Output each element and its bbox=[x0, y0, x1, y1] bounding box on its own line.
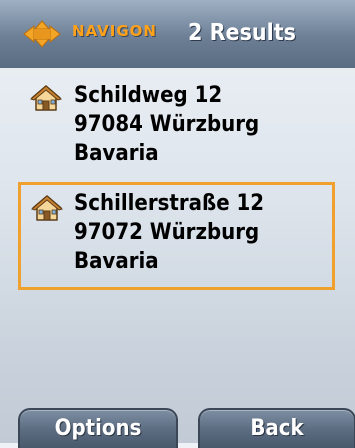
result-city: 97072 Würzburg bbox=[74, 220, 260, 245]
results-count-title: 2 Results bbox=[188, 20, 296, 46]
result-city: 97084 Würzburg bbox=[74, 112, 260, 137]
result-item-1[interactable]: Schildweg 12 97084 Würzburg Bavaria bbox=[18, 74, 335, 178]
result-region: Bavaria bbox=[74, 249, 159, 274]
title-bar: NAVIGON 2 Results bbox=[0, 0, 355, 68]
result-street: Schildweg 12 bbox=[74, 83, 223, 108]
result-item-2-selected[interactable]: Schillerstraße 12 97072 Würzburg Bavaria bbox=[18, 182, 335, 290]
home-icon bbox=[31, 195, 63, 221]
navigon-logo-icon bbox=[23, 20, 61, 48]
result-street: Schillerstraße 12 bbox=[74, 191, 265, 216]
brand-logo-text: NAVIGON bbox=[72, 22, 157, 40]
result-region: Bavaria bbox=[74, 141, 159, 166]
options-button[interactable]: Options bbox=[18, 408, 178, 448]
back-button[interactable]: Back bbox=[198, 408, 355, 448]
home-icon bbox=[30, 85, 62, 111]
